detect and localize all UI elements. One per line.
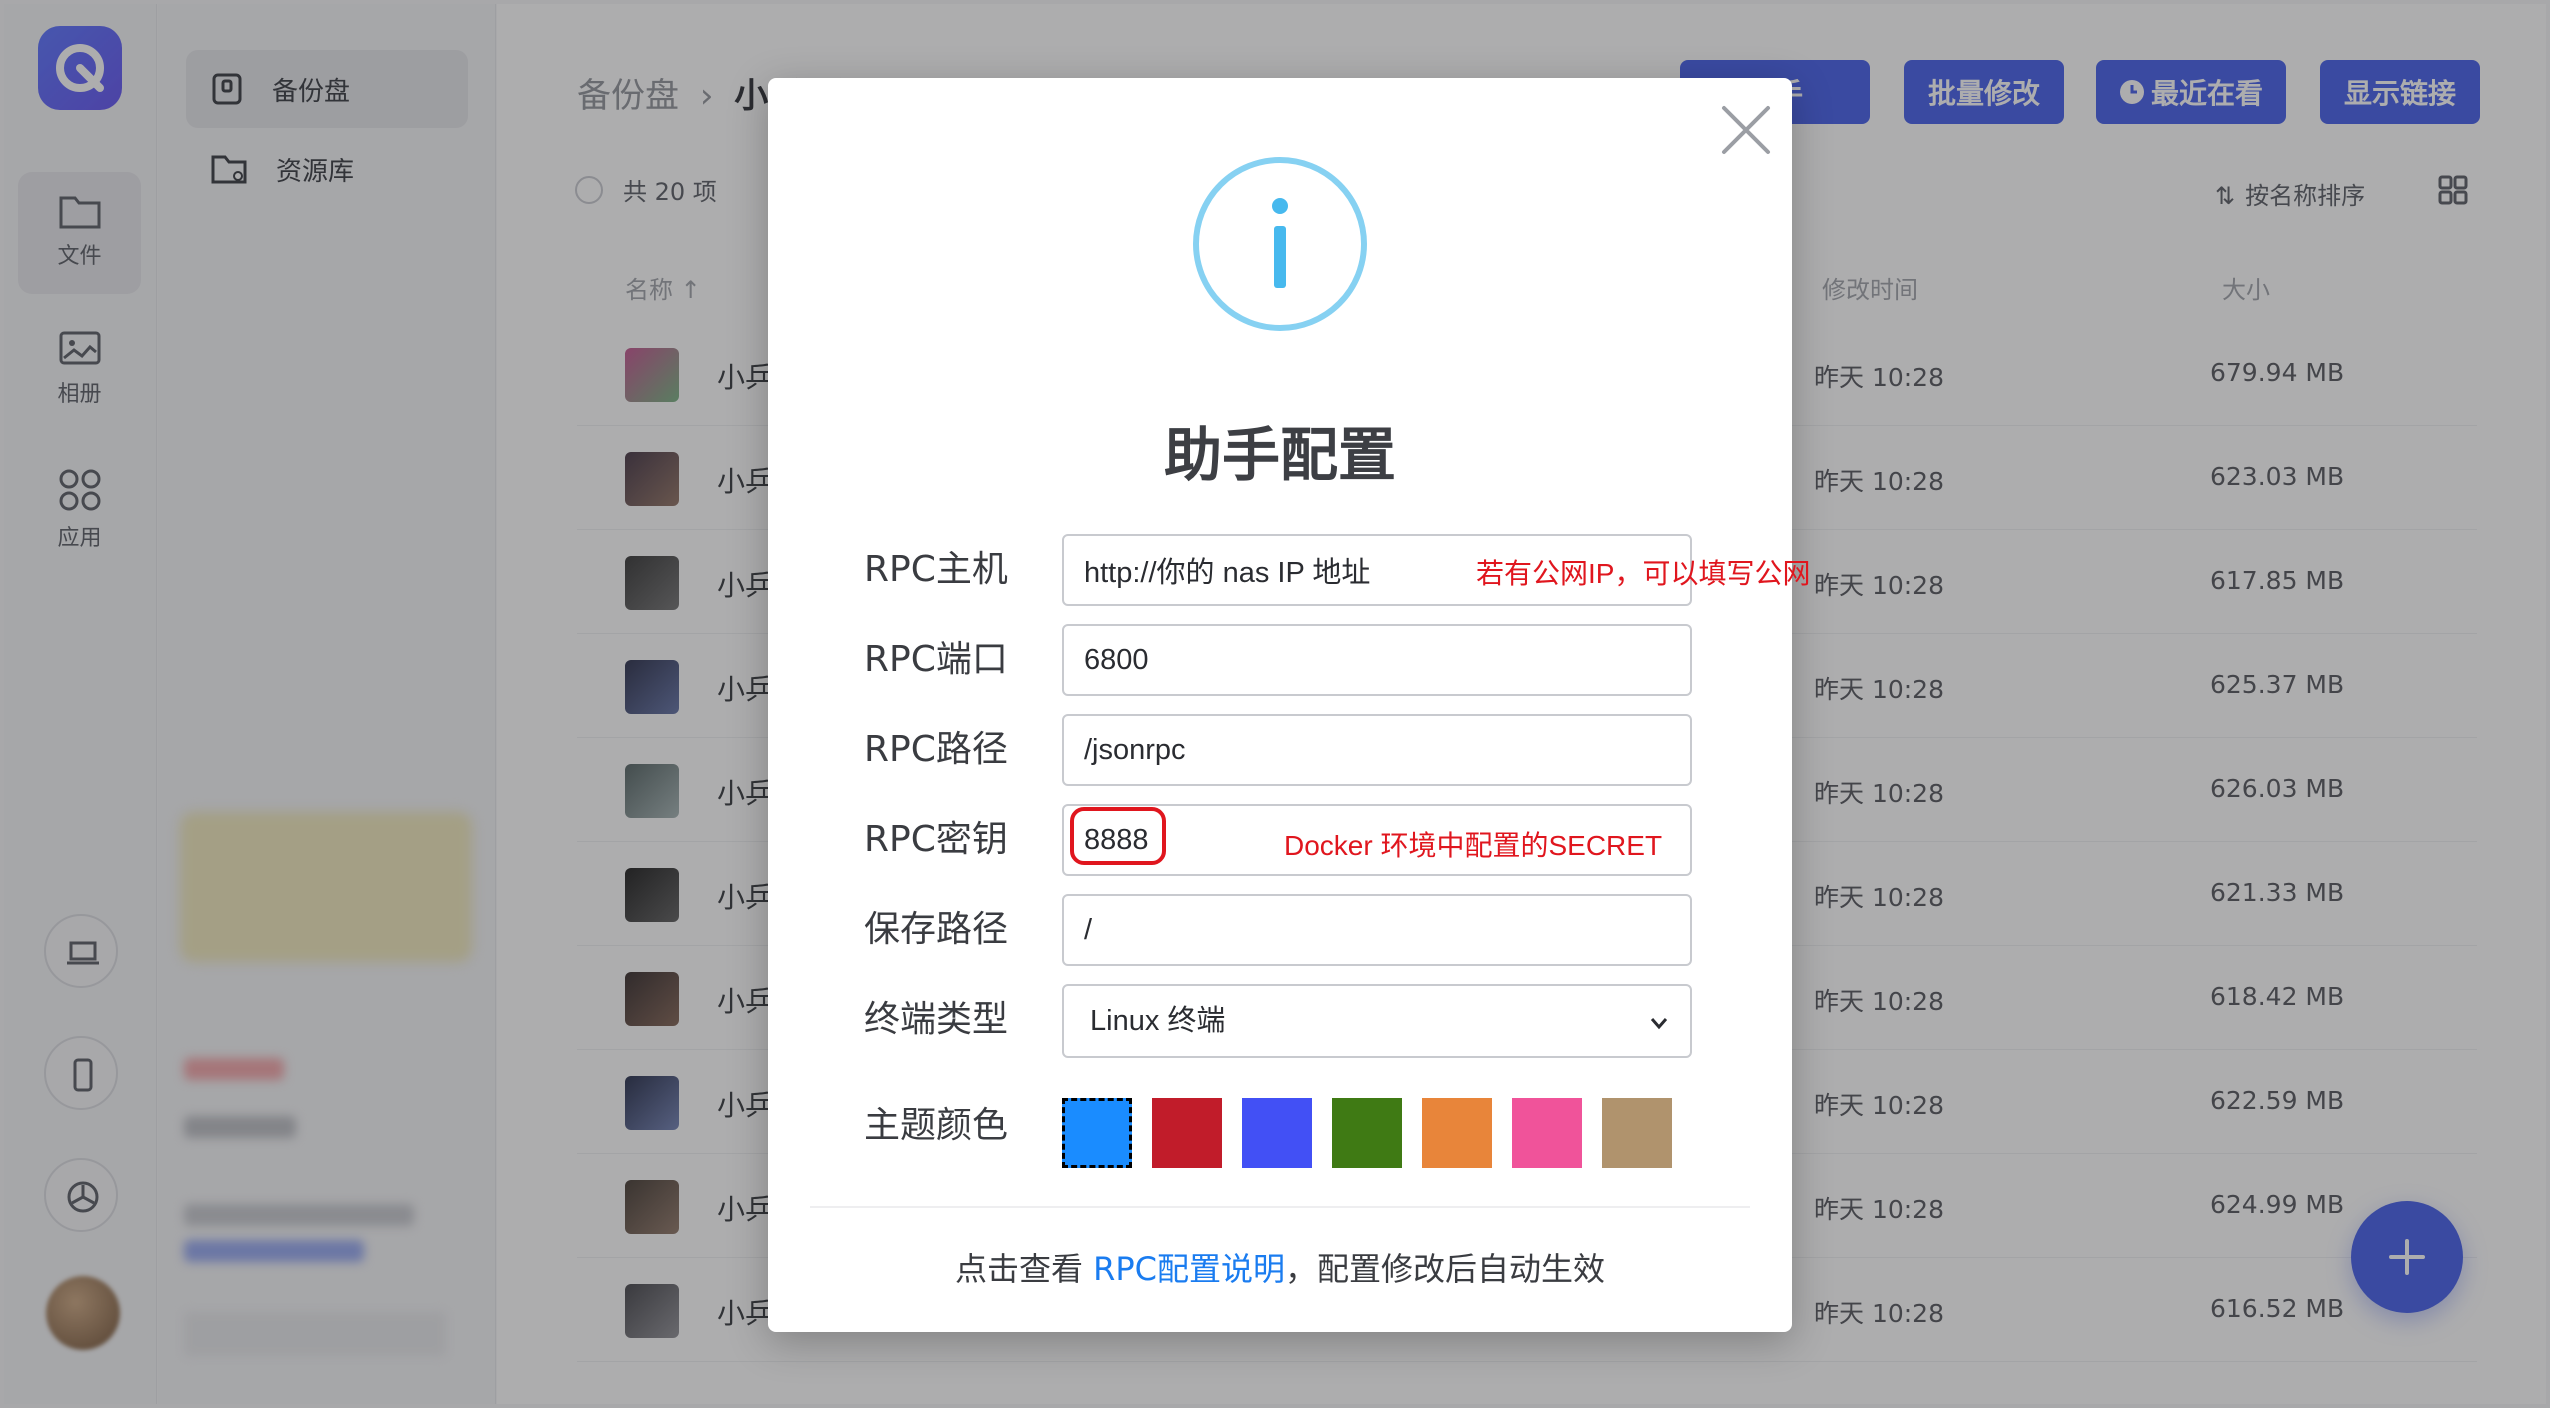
save-path-label: 保存路径 — [864, 909, 1009, 950]
terminal-type-select[interactable]: Linux 终端 — [1062, 984, 1692, 1058]
terminal-type-label: 终端类型 — [864, 999, 1009, 1040]
theme-swatch[interactable] — [1332, 1098, 1402, 1168]
rpc-secret-label: RPC密钥 — [864, 819, 1008, 860]
dialog-title: 助手配置 — [1163, 421, 1396, 489]
footer-suffix: ，配置修改后自动生效 — [1285, 1250, 1606, 1288]
dialog-footer: 点击查看 RPC配置说明，配置修改后自动生效 — [768, 1244, 1792, 1290]
dialog-divider — [810, 1206, 1750, 1208]
terminal-type-value: Linux 终端 — [1090, 1005, 1226, 1037]
rpc-host-hint: 若有公网IP，可以填写公网 — [1476, 558, 1811, 589]
rpc-docs-link[interactable]: RPC配置说明 — [1093, 1250, 1285, 1288]
theme-swatch[interactable] — [1242, 1098, 1312, 1168]
footer-prefix: 点击查看 — [954, 1250, 1094, 1288]
theme-swatch[interactable] — [1152, 1098, 1222, 1168]
rpc-path-input[interactable] — [1062, 714, 1692, 786]
theme-swatch[interactable] — [1062, 1098, 1132, 1168]
save-path-input[interactable] — [1062, 894, 1692, 966]
theme-swatch[interactable] — [1422, 1098, 1492, 1168]
theme-color-row: 主题颜色 — [864, 1098, 1704, 1170]
rpc-secret-row: RPC密钥 Docker 环境中配置的SECRET — [864, 804, 1704, 876]
app-background: 文件 相册 应用 备份盘 资源库 备份盘 › 批量修改 最近在看 显示链接 共 … — [0, 0, 2550, 1408]
save-path-row: 保存路径 — [864, 894, 1704, 966]
rpc-port-row: RPC端口 — [864, 624, 1704, 696]
rpc-secret-hint: Docker 环境中配置的SECRET — [1284, 830, 1663, 861]
rpc-host-row: RPC主机 若有公网IP，可以填写公网 — [864, 534, 1810, 606]
info-icon — [1193, 157, 1367, 331]
close-icon[interactable] — [1716, 100, 1776, 160]
terminal-type-row: 终端类型 Linux 终端 — [864, 984, 1704, 1058]
theme-swatch[interactable] — [1602, 1098, 1672, 1168]
rpc-port-label: RPC端口 — [864, 639, 1008, 680]
helper-config-dialog: 助手配置 RPC主机 若有公网IP，可以填写公网 RPC端口 RPC路径 RPC… — [768, 78, 1810, 1332]
rpc-path-label: RPC路径 — [864, 729, 1008, 770]
theme-color-label: 主题颜色 — [864, 1105, 1009, 1146]
chevron-down-icon — [1650, 1018, 1668, 1030]
secret-highlight — [1070, 807, 1166, 865]
rpc-path-row: RPC路径 — [864, 714, 1704, 786]
theme-swatch[interactable] — [1512, 1098, 1582, 1168]
rpc-host-label: RPC主机 — [864, 549, 1008, 590]
rpc-port-input[interactable] — [1062, 624, 1692, 696]
